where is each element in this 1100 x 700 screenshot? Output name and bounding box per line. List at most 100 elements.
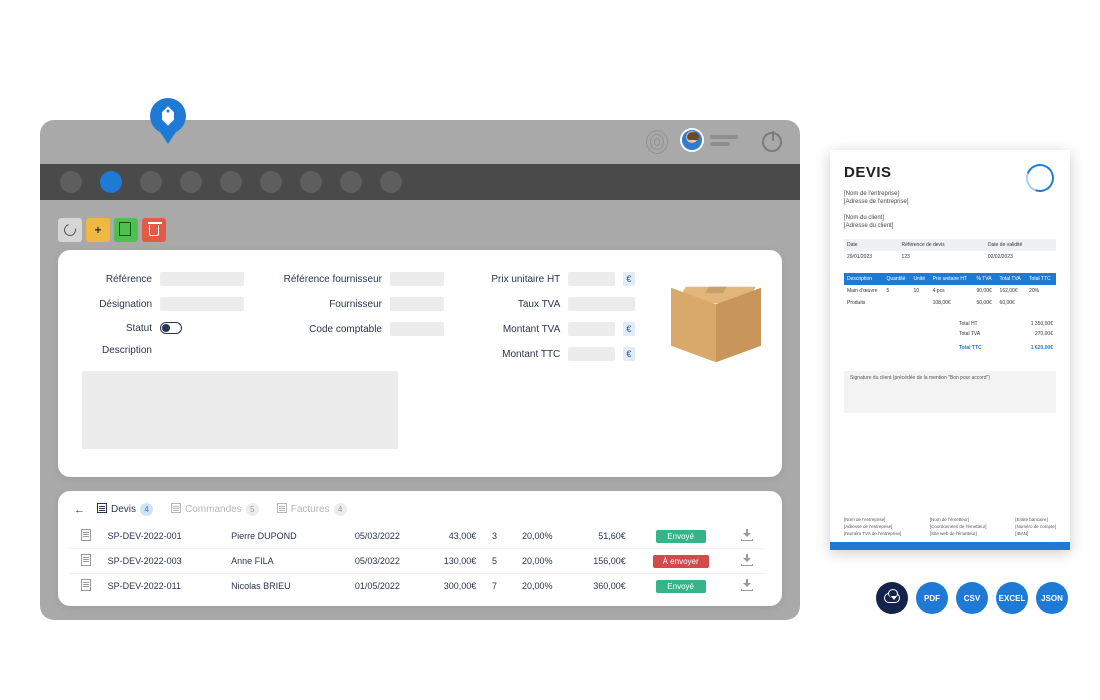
documents-card: ← Devis4 Commandes5 Factures4 SP-DEV-202… [58, 491, 782, 606]
company-addr: [Adresse de l'entreprise] [844, 199, 1056, 205]
export-json-button[interactable]: JSON [1036, 582, 1068, 614]
main-tab-1[interactable] [60, 171, 82, 193]
main-tab-8[interactable] [340, 171, 362, 193]
doc-bottom-bar [830, 542, 1070, 550]
statut-label: Statut [82, 323, 152, 334]
export-pdf-button[interactable]: PDF [916, 582, 948, 614]
trash-icon [149, 225, 159, 236]
table-row[interactable]: SP-DEV-2022-003Anne FILA05/03/2022130,00… [70, 549, 764, 574]
doc-footer: [Nom de l'entreprise][Adresse de l'entre… [844, 515, 1056, 536]
fournisseur-input[interactable] [390, 297, 444, 311]
cell-date: 05/03/2022 [336, 549, 418, 574]
cell-ref: SP-DEV-2022-011 [102, 574, 226, 599]
power-button[interactable] [762, 132, 782, 152]
main-tab-3[interactable] [140, 171, 162, 193]
delete-button[interactable] [142, 218, 166, 242]
download-icon[interactable] [741, 529, 753, 541]
cell-rate: 20,00% [507, 549, 568, 574]
cell-amount: 300,00€ [418, 574, 482, 599]
action-toolbar: + [40, 200, 800, 250]
taux-tva-label: Taux TVA [472, 299, 560, 310]
export-csv-button[interactable]: CSV [956, 582, 988, 614]
doc-icon [81, 554, 91, 566]
add-button[interactable]: + [86, 218, 110, 242]
cell-total: 156,00€ [568, 549, 632, 574]
cell-date: 05/03/2022 [336, 524, 418, 549]
doc-lines-table: DescriptionQuantitéUnitéPrix unitaire HT… [844, 273, 1056, 309]
main-tabbar [40, 164, 800, 200]
cell-qty: 5 [482, 549, 506, 574]
taux-tva-input[interactable] [568, 297, 635, 311]
tab-factures[interactable]: Factures4 [277, 503, 347, 516]
tab-devis[interactable]: Devis4 [97, 503, 153, 516]
cell-rate: 20,00% [507, 574, 568, 599]
fingerprint-icon[interactable] [646, 130, 668, 154]
doc-title: DEVIS [844, 164, 1056, 181]
cell-date: 01/05/2022 [336, 574, 418, 599]
cell-rate: 20,00% [507, 524, 568, 549]
designation-input[interactable] [160, 297, 244, 311]
designation-label: Désignation [82, 299, 152, 310]
doc-icon [171, 503, 181, 513]
document-preview: DEVIS [Nom de l'entreprise] [Adresse de … [830, 150, 1070, 550]
copy-icon [121, 224, 131, 236]
doc-icon [81, 529, 91, 541]
main-tab-7[interactable] [300, 171, 322, 193]
description-label: Description [82, 345, 152, 356]
download-icon[interactable] [741, 579, 753, 591]
doc-icon [277, 503, 287, 513]
status-pill: À envoyer [653, 555, 709, 568]
main-tab-2[interactable] [100, 171, 122, 193]
montant-ttc-label: Montant TTC [472, 349, 560, 360]
doc-icon [97, 503, 107, 513]
doc-meta-table: DateRéférence de devisDate de validité 2… [844, 239, 1056, 263]
main-tab-4[interactable] [180, 171, 202, 193]
main-tab-9[interactable] [380, 171, 402, 193]
cloud-download-icon [884, 593, 900, 603]
avatar [680, 128, 704, 152]
cell-ref: SP-DEV-2022-003 [102, 549, 226, 574]
status-pill: Envoyé [656, 580, 706, 593]
reference-label: Référence [82, 274, 152, 285]
user-menu[interactable] [680, 128, 738, 152]
montant-ttc-input[interactable] [568, 347, 615, 361]
client-addr: [Adresse du client] [844, 223, 1056, 229]
code-comptable-input[interactable] [390, 322, 444, 336]
signature-box: Signature du client (précédée de la ment… [844, 371, 1056, 413]
export-excel-button[interactable]: EXCEL [996, 582, 1028, 614]
cell-total: 51,60€ [568, 524, 632, 549]
euro-badge: € [623, 272, 635, 286]
reference-input[interactable] [160, 272, 244, 286]
client-name: [Nom du client] [844, 215, 1056, 221]
table-row[interactable]: SP-DEV-2022-011Nicolas BRIEU01/05/202230… [70, 574, 764, 599]
fournisseur-label: Fournisseur [272, 299, 382, 310]
prix-unitaire-input[interactable] [568, 272, 615, 286]
code-comptable-label: Code comptable [272, 324, 382, 335]
montant-tva-input[interactable] [568, 322, 615, 336]
documents-tabs: ← Devis4 Commandes5 Factures4 [70, 503, 764, 516]
euro-badge: € [623, 322, 635, 336]
ref-fournisseur-input[interactable] [390, 272, 444, 286]
cell-amount: 130,00€ [418, 549, 482, 574]
doc-totals: Total HT1 350,00€ Total TVA270,00€ Total… [956, 319, 1056, 353]
duplicate-button[interactable] [114, 218, 138, 242]
prix-unitaire-label: Prix unitaire HT [472, 274, 560, 285]
euro-badge: € [623, 347, 635, 361]
documents-table: SP-DEV-2022-001Pierre DUPOND05/03/202243… [70, 524, 764, 598]
ref-fournisseur-label: Référence fournisseur [272, 274, 382, 285]
tab-commandes[interactable]: Commandes5 [171, 503, 259, 516]
cell-qty: 7 [482, 574, 506, 599]
main-tab-6[interactable] [260, 171, 282, 193]
cell-client: Nicolas BRIEU [225, 574, 336, 599]
table-row[interactable]: SP-DEV-2022-001Pierre DUPOND05/03/202243… [70, 524, 764, 549]
back-arrow-icon[interactable]: ← [74, 504, 85, 516]
main-tab-5[interactable] [220, 171, 242, 193]
download-icon[interactable] [741, 554, 753, 566]
refresh-button[interactable] [58, 218, 82, 242]
statut-toggle[interactable] [160, 322, 182, 334]
titlebar [40, 120, 800, 164]
cell-qty: 3 [482, 524, 506, 549]
cloud-download-button[interactable] [876, 582, 908, 614]
user-name-placeholder [710, 135, 738, 146]
doc-icon [81, 579, 91, 591]
